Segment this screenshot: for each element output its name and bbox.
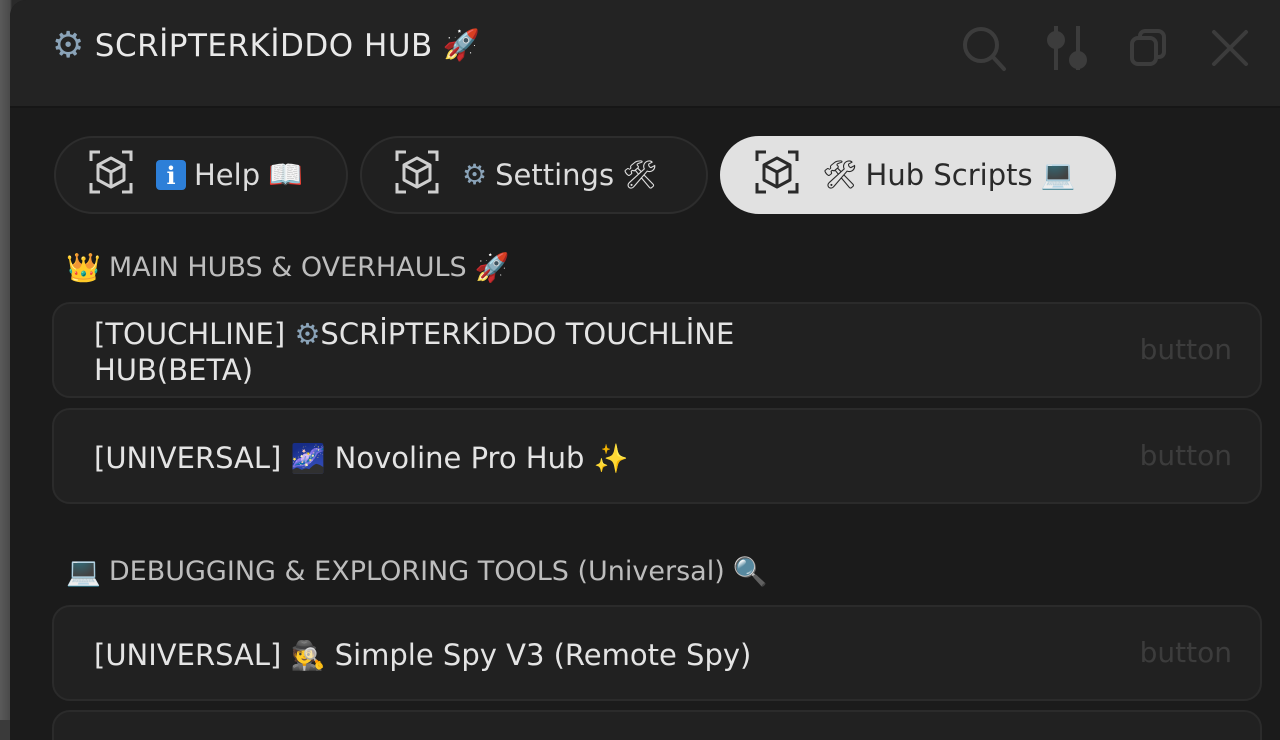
cube-icon	[394, 149, 440, 202]
section-main-hubs-label: MAIN HUBS & OVERHAULS	[108, 252, 467, 283]
row-title: SCRİPTERKİDDO TOUCHLİNE	[320, 317, 735, 351]
laptop-icon: 💻	[1040, 158, 1076, 191]
cube-icon	[88, 149, 134, 202]
row-title-continued: HUB(BETA)	[94, 353, 254, 387]
script-row-label: [UNIVERSAL] 🌌 Novoline Pro Hub ✨	[94, 440, 628, 476]
tab-hub-scripts[interactable]: 🛠 Hub Scripts 💻	[720, 136, 1116, 214]
hub-window: ⚙ SCRİPTERKİDDO HUB 🚀 i Help 📖 ⚙ Setting…	[10, 0, 1280, 740]
tools-icon: 🛠	[622, 158, 658, 191]
laptop-icon: 💻	[66, 554, 101, 588]
tab-help-label: Help	[194, 158, 261, 192]
crown-icon: 👑	[66, 250, 101, 284]
search-icon[interactable]	[960, 22, 1008, 74]
rocket-icon: 🚀	[474, 250, 510, 284]
tab-help[interactable]: i Help 📖	[54, 136, 348, 214]
row-title: Simple Spy V3 (Remote Spy)	[334, 638, 752, 672]
cube-icon	[754, 149, 800, 202]
section-main-hubs: 👑 MAIN HUBS & OVERHAULS 🚀	[66, 252, 510, 283]
window-controls	[960, 22, 1254, 74]
section-debugging-label: DEBUGGING & EXPLORING TOOLS (Universal)	[108, 556, 725, 587]
script-row-label: [UNIVERSAL] 🕵 Simple Spy V3 (Remote Spy)	[94, 637, 751, 673]
script-row-simple-spy[interactable]: [UNIVERSAL] 🕵 Simple Spy V3 (Remote Spy)…	[52, 605, 1262, 701]
script-row-touchline[interactable]: [TOUCHLINE] ⚙SCRİPTERKİDDO TOUCHLİNE HUB…	[52, 302, 1262, 398]
row-tag: [UNIVERSAL]	[94, 441, 282, 475]
tab-bar: i Help 📖 ⚙ Settings 🛠 🛠 Hub Scripts 💻	[54, 136, 1116, 214]
gear-icon: ⚙	[52, 25, 85, 66]
row-tag: [UNIVERSAL]	[94, 638, 282, 672]
tab-hub-scripts-label: Hub Scripts	[865, 158, 1033, 192]
magnifier-icon: 🔍	[732, 554, 768, 588]
script-row-label: [TOUCHLINE] ⚙SCRİPTERKİDDO TOUCHLİNE HUB…	[94, 316, 734, 388]
sparkles-icon: ✨	[593, 442, 629, 475]
window-title: ⚙ SCRİPTERKİDDO HUB 🚀	[52, 25, 481, 66]
close-icon[interactable]	[1206, 22, 1254, 74]
tools-icon: 🛠	[822, 158, 858, 191]
rocket-icon: 🚀	[442, 28, 481, 63]
book-icon: 📖	[268, 158, 303, 191]
row-button[interactable]: button	[1140, 333, 1232, 366]
galaxy-icon: 🌌	[290, 442, 326, 475]
title-bar[interactable]: ⚙ SCRİPTERKİDDO HUB 🚀	[10, 0, 1280, 108]
gear-icon: ⚙	[294, 317, 321, 351]
detective-icon: 🕵	[290, 639, 326, 672]
sliders-icon[interactable]	[1042, 22, 1090, 74]
window-title-text: SCRİPTERKİDDO HUB	[94, 28, 433, 64]
row-button[interactable]: button	[1140, 439, 1232, 472]
tab-settings-label: Settings	[495, 158, 615, 192]
script-row-novoline[interactable]: [UNIVERSAL] 🌌 Novoline Pro Hub ✨ button	[52, 408, 1262, 504]
script-row-partial[interactable]	[52, 710, 1262, 740]
restore-icon[interactable]	[1124, 22, 1172, 74]
row-title: Novoline Pro Hub	[334, 441, 585, 475]
row-button[interactable]: button	[1140, 636, 1232, 669]
tab-settings[interactable]: ⚙ Settings 🛠	[360, 136, 708, 214]
row-tag: [TOUCHLINE]	[94, 317, 286, 351]
info-icon: i	[156, 160, 186, 190]
gear-icon: ⚙	[462, 158, 488, 191]
section-debugging: 💻 DEBUGGING & EXPLORING TOOLS (Universal…	[66, 556, 768, 587]
